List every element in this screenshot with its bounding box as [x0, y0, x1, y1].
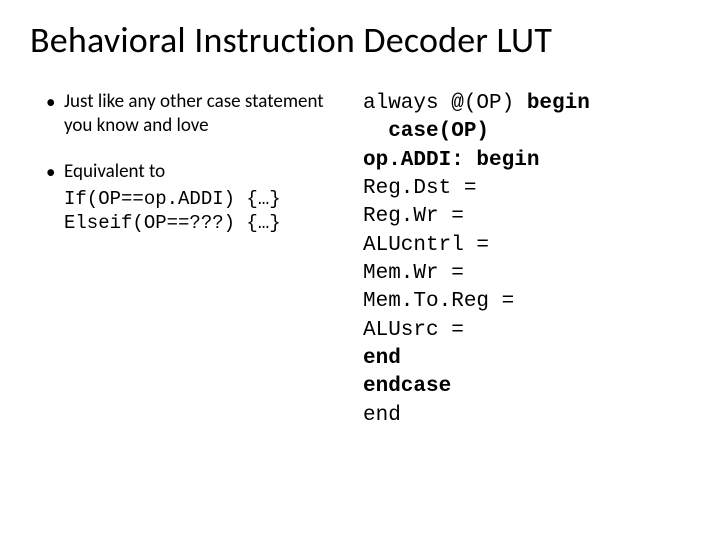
code-line: end: [363, 404, 401, 427]
code-line: If(OP==op.ADDI) {…}: [64, 188, 281, 210]
code-line: op.ADDI: begin: [363, 149, 539, 172]
code-line: case(OP): [363, 120, 489, 143]
slide-title: Behavioral Instruction Decoder LUT: [30, 18, 690, 62]
bullet-dot-icon: •: [46, 160, 64, 185]
bullet-dot-icon: •: [46, 90, 64, 138]
code-line: end: [363, 347, 401, 370]
code-line: Elseif(OP==???) {…}: [64, 212, 281, 234]
right-column: always @(OP) begin case(OP) op.ADDI: beg…: [363, 90, 690, 430]
verilog-code-block: always @(OP) begin case(OP) op.ADDI: beg…: [363, 90, 690, 430]
bullet-item-2: • Equivalent to: [46, 160, 345, 185]
code-line: Reg.Dst =: [363, 177, 476, 200]
content-columns: • Just like any other case statement you…: [30, 90, 690, 430]
bullet-text: Equivalent to: [64, 160, 345, 185]
code-line: ALUsrc =: [363, 319, 464, 342]
left-column: • Just like any other case statement you…: [30, 90, 345, 430]
code-line: Reg.Wr =: [363, 205, 464, 228]
pseudocode-block: If(OP==op.ADDI) {…} Elseif(OP==???) {…}: [64, 188, 345, 236]
code-line: Mem.Wr =: [363, 262, 464, 285]
bullet-text: Just like any other case statement you k…: [64, 90, 345, 138]
bullet-item-1: • Just like any other case statement you…: [46, 90, 345, 138]
code-line: Mem.To.Reg =: [363, 290, 514, 313]
code-line: always @(OP) begin: [363, 92, 590, 115]
code-line: ALUcntrl =: [363, 234, 489, 257]
code-line: endcase: [363, 375, 451, 398]
